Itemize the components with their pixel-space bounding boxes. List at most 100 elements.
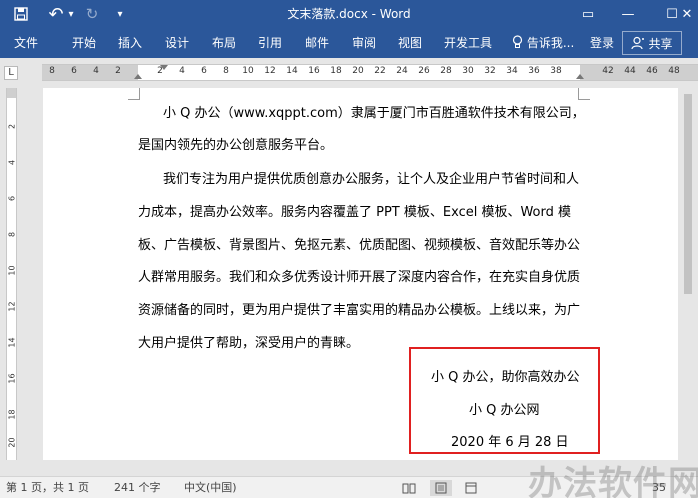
margin-crop-mark [578, 88, 590, 100]
paragraph-line[interactable]: 我们专注为用户提供优质创意办公服务，让个人及企业用户节省时间和人 [163, 168, 579, 187]
chevron-down-icon: ▾ [68, 8, 74, 20]
ribbon-display-icon: ▭ [581, 6, 595, 22]
watermark-logo: 办法软件网 [528, 464, 698, 498]
person-icon [631, 36, 645, 50]
vertical-scrollbar[interactable] [678, 88, 698, 460]
word-count[interactable]: 241 个字 [114, 477, 161, 498]
scrollbar-thumb[interactable] [684, 94, 692, 294]
save-button[interactable] [10, 0, 32, 28]
ruler-tick: 8 [49, 66, 55, 76]
ruler-tick: 20 [7, 437, 17, 448]
ruler-tick: 42 [602, 66, 614, 76]
ruler-tick: 44 [624, 66, 636, 76]
share-button[interactable]: 共享 [622, 31, 682, 55]
ruler-tick: 16 [7, 373, 17, 384]
paragraph-line[interactable]: 大用户提供了帮助，深受用户的青睐。 [138, 332, 359, 351]
ruler-tick: 18 [7, 409, 17, 420]
ruler-tick: 30 [462, 66, 474, 76]
ruler-tick: 36 [528, 66, 540, 76]
share-label: 共享 [648, 36, 673, 51]
chevron-down-icon: ▾ [117, 8, 123, 20]
tab-review[interactable]: 审阅 [352, 28, 376, 58]
print-layout-button[interactable] [430, 480, 452, 496]
sign-in-link[interactable]: 登录 [590, 28, 614, 58]
document-page[interactable]: 小 Q 办公（www.xqppt.com）隶属于厦门市百胜通软件技术有限公司， … [43, 88, 678, 460]
hanging-indent-marker[interactable] [134, 74, 142, 79]
language-indicator[interactable]: 中文(中国) [184, 477, 237, 498]
ruler-tick: 18 [330, 66, 342, 76]
undo-dropdown-button[interactable]: ▾ [66, 0, 76, 28]
tab-mailings[interactable]: 邮件 [305, 28, 329, 58]
save-icon [14, 7, 28, 21]
ruler-tick: 6 [7, 195, 17, 202]
tell-me-label: 告诉我... [526, 36, 575, 50]
ruler-tick: 4 [179, 66, 185, 76]
minimize-button[interactable]: — [606, 0, 650, 28]
ruler-tick: 12 [7, 301, 17, 312]
tab-view[interactable]: 视图 [398, 28, 422, 58]
first-line-indent-marker[interactable] [160, 65, 168, 70]
paragraph-line[interactable]: 是国内领先的办公创意服务平台。 [138, 134, 333, 153]
ruler-tick: 46 [646, 66, 658, 76]
ruler-tick: 38 [550, 66, 562, 76]
ruler-tick: 10 [7, 265, 17, 276]
ruler-tick: 34 [506, 66, 518, 76]
ruler-top-margin [7, 88, 16, 98]
ribbon-tab-bar: 文件 开始 插入 设计 布局 引用 邮件 审阅 视图 开发工具 告诉我... 登… [0, 28, 698, 58]
customize-quick-access-button[interactable]: ▾ [112, 0, 128, 28]
redo-button[interactable]: ↻ [82, 0, 102, 28]
ruler-tick: 8 [7, 231, 17, 238]
signature-highlight-box [409, 347, 600, 454]
minimize-icon: — [621, 6, 635, 22]
ruler-tick: 6 [71, 66, 77, 76]
read-mode-button[interactable] [398, 480, 420, 496]
right-indent-marker[interactable] [576, 74, 584, 79]
paragraph-line[interactable]: 资源储备的同时，更为用户提供了丰富实用的精品办公模板。上线以来，为广 [138, 299, 580, 318]
ruler-tick: 2 [115, 66, 121, 76]
margin-crop-mark [128, 88, 140, 100]
paragraph-line[interactable]: 人群常用服务。我们和众多优秀设计师开展了深度内容合作，在充实自身优质 [138, 266, 580, 285]
redo-icon: ↻ [85, 5, 99, 23]
book-icon [402, 483, 416, 493]
title-bar: ↶ ▾ ↻ ▾ 文末落款.docx - Word ▭ — ☐ ✕ [0, 0, 698, 28]
ruler-tick: 14 [286, 66, 298, 76]
paragraph-line[interactable]: 板、广告模板、背景图片、免抠元素、优质配图、视频模板、音效配乐等办公 [138, 234, 580, 253]
ruler-tick: 16 [308, 66, 320, 76]
tab-stop-selector[interactable]: L [4, 66, 18, 80]
undo-button[interactable]: ↶ [46, 0, 66, 28]
ruler-tick: 10 [242, 66, 254, 76]
paragraph-line[interactable]: 力成本，提高办公效率。服务内容覆盖了 PPT 模板、Excel 模板、Word … [138, 201, 571, 220]
close-icon: ✕ [681, 6, 693, 22]
ribbon-display-options-button[interactable]: ▭ [566, 0, 610, 28]
tell-me-box[interactable]: 告诉我... [512, 28, 574, 58]
ruler-tick: 12 [264, 66, 276, 76]
tab-insert[interactable]: 插入 [118, 28, 142, 58]
ruler-tick: 20 [352, 66, 364, 76]
ruler-tick: 6 [201, 66, 207, 76]
undo-icon: ↶ [48, 3, 64, 25]
tab-developer[interactable]: 开发工具 [444, 28, 492, 58]
ruler-tick: 32 [484, 66, 496, 76]
tab-layout[interactable]: 布局 [212, 28, 236, 58]
web-layout-button[interactable] [460, 480, 482, 496]
close-button[interactable]: ✕ [676, 0, 698, 28]
paragraph-line[interactable]: 小 Q 办公（www.xqppt.com）隶属于厦门市百胜通软件技术有限公司， [163, 102, 585, 121]
tab-file[interactable]: 文件 [14, 28, 38, 58]
page-count[interactable]: 第 1 页，共 1 页 [6, 477, 89, 498]
tab-design[interactable]: 设计 [165, 28, 189, 58]
horizontal-ruler[interactable]: 8 6 4 2 2 4 6 8 10 12 14 16 18 20 22 24 … [42, 64, 698, 81]
ruler-tick: 26 [418, 66, 430, 76]
lightbulb-icon [512, 35, 523, 48]
ruler-tick: 4 [7, 159, 17, 166]
tab-home[interactable]: 开始 [72, 28, 96, 58]
ruler-tick: 8 [223, 66, 229, 76]
web-icon [465, 482, 477, 494]
ruler-tick: 14 [7, 337, 17, 348]
ruler-tick: 24 [396, 66, 408, 76]
tab-references[interactable]: 引用 [258, 28, 282, 58]
page-icon [435, 482, 447, 494]
ruler-tick: 4 [93, 66, 99, 76]
vertical-ruler[interactable]: 2 4 6 8 10 12 14 16 18 20 [6, 88, 17, 460]
ruler-tick: 48 [668, 66, 680, 76]
ruler-tick: 28 [440, 66, 452, 76]
